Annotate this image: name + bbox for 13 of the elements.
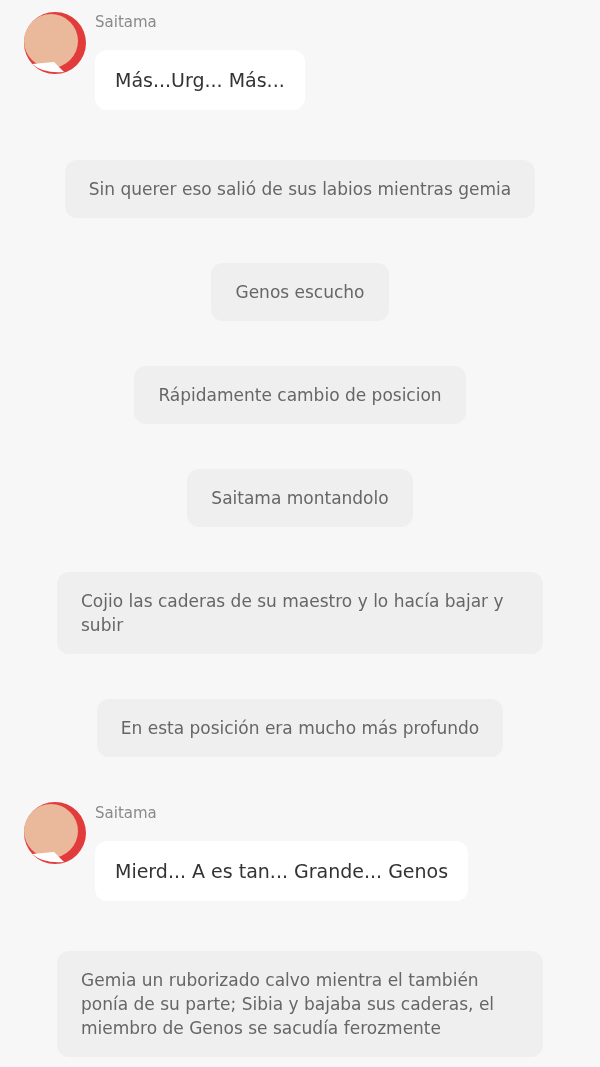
narration-bubble: Sin querer eso salió de sus labios mientras gemia bbox=[64, 160, 536, 218]
narration-bubble: Gemia un ruborizado calvo mientra el también ponía de su parte; Sibia y bajaba sus caderas, el miembro de Genos se sacudía ferozmente bbox=[57, 951, 543, 1057]
avatar-icon bbox=[24, 802, 86, 864]
narration-bubble: En esta posición era mucho más profundo bbox=[96, 699, 504, 757]
narration-bubble: Cojio las caderas de su maestro y lo hacía bajar y subir bbox=[57, 572, 543, 654]
speech-bubble: Más...Urg... Más... bbox=[95, 50, 305, 110]
avatar-icon bbox=[24, 12, 86, 74]
narration-bubble: Saitama montandolo bbox=[187, 469, 413, 527]
speech-bubble: Mierd... A es tan... Grande... Genos bbox=[95, 841, 469, 901]
character-name: Saitama bbox=[95, 803, 157, 823]
character-name: Saitama bbox=[95, 12, 157, 32]
narration-bubble: Genos escucho bbox=[211, 263, 389, 321]
narration-bubble: Rápidamente cambio de posicion bbox=[134, 366, 466, 424]
